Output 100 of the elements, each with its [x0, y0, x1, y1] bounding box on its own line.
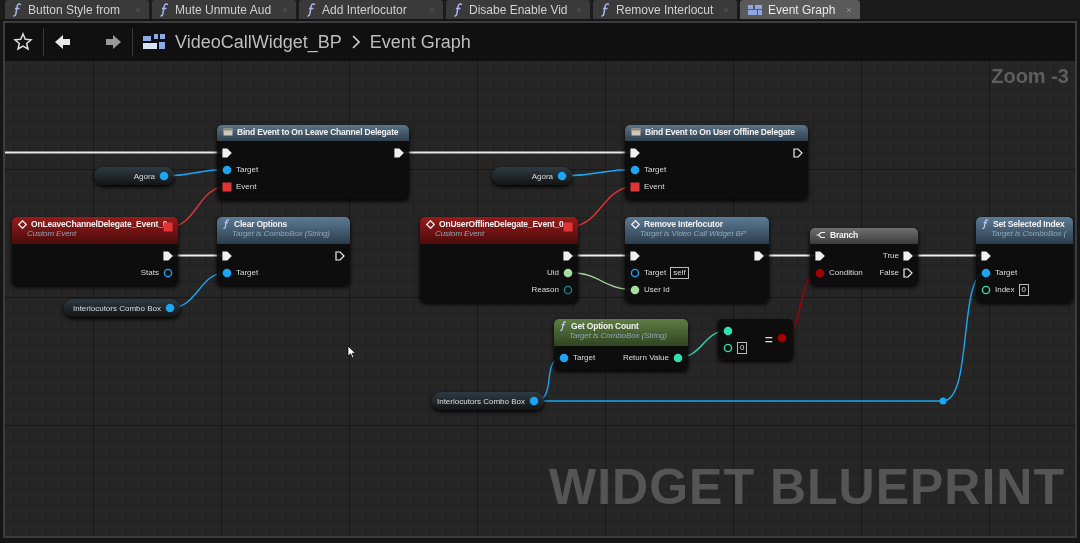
- editor-tab[interactable]: Button Style from: [5, 0, 149, 19]
- data-pin-icon[interactable]: [159, 171, 169, 181]
- function-icon: [454, 2, 463, 17]
- exec-pin-icon[interactable]: [815, 250, 825, 261]
- blueprint-node[interactable]: Set Selected Index Target is ComboBox ( Target Index 0: [976, 217, 1073, 302]
- data-pin-icon[interactable]: [222, 267, 232, 278]
- exec-pin-icon[interactable]: [394, 147, 404, 158]
- variable-node[interactable]: Interlocutors Combo Box: [64, 299, 180, 317]
- data-pin-icon[interactable]: [630, 164, 640, 175]
- pin-value-field[interactable]: 0: [1018, 283, 1030, 296]
- variable-node[interactable]: Agora: [492, 167, 572, 185]
- node-title: Get Option Count: [571, 321, 639, 331]
- pin-label: Target: [644, 165, 667, 174]
- node-title: Branch: [830, 230, 859, 240]
- data-pin-icon[interactable]: [222, 164, 232, 175]
- exec-pin-icon[interactable]: [630, 147, 640, 158]
- zoom-level: Zoom -3: [991, 65, 1069, 88]
- exec-pin-icon[interactable]: [903, 267, 913, 278]
- data-pin-icon[interactable]: [529, 396, 539, 406]
- pin-value-field[interactable]: 0: [737, 341, 748, 354]
- exec-pin-icon[interactable]: [222, 147, 232, 158]
- chevron-icon: [351, 35, 360, 49]
- pin-label: Target: [995, 268, 1018, 277]
- delegate-pin-icon[interactable]: [630, 181, 640, 192]
- function-icon: [307, 2, 316, 17]
- pin-label: Condition: [829, 268, 863, 277]
- branch-icon: [816, 231, 826, 239]
- graph-icon: [748, 4, 762, 15]
- blueprint-node[interactable]: Get Option Count Target is ComboBox (String) Target Return Value: [554, 319, 688, 370]
- variable-name: Interlocutors Combo Box: [436, 396, 525, 406]
- mouse-pointer-icon: [347, 345, 357, 359]
- pin-label: True: [882, 251, 899, 260]
- editor-tab[interactable]: Add Interlocutor: [299, 0, 443, 19]
- graph-canvas[interactable]: [5, 61, 1075, 536]
- blueprint-node[interactable]: Branch True Condition False: [810, 228, 918, 285]
- blueprint-node[interactable]: Bind Event to On Leave Channel Delegate Target Event: [217, 125, 409, 199]
- pin-label: Uid: [547, 268, 559, 277]
- node-subtitle: Custom Event: [27, 229, 78, 238]
- blueprint-node[interactable]: OnLeaveChannelDelegate_Event_0 Custom Event Stats: [12, 217, 178, 285]
- back-arrow-icon[interactable]: [54, 33, 72, 51]
- pin-label: Target: [236, 268, 259, 277]
- variable-name: Interlocutors Combo Box: [72, 303, 161, 313]
- node-title: Bind Event to On User Offline Delegate: [645, 127, 795, 137]
- graph-name[interactable]: Event Graph: [369, 31, 471, 53]
- blueprint-node[interactable]: Clear Options Target is ComboBox (String) Target: [217, 217, 350, 285]
- data-pin-icon[interactable]: [630, 267, 640, 278]
- exec-pin-icon[interactable]: [335, 250, 345, 261]
- star-icon[interactable]: [13, 32, 33, 52]
- data-pin-icon[interactable]: [165, 303, 175, 313]
- editor-tab[interactable]: Disabe Enable Vid: [446, 0, 590, 19]
- pin-label: Return Value: [622, 353, 669, 362]
- exec-pin-icon[interactable]: [981, 250, 991, 261]
- diamond-icon: [426, 219, 435, 229]
- exec-pin-icon[interactable]: [793, 147, 803, 158]
- pin-label: False: [879, 268, 899, 277]
- data-pin-icon[interactable]: [559, 352, 569, 363]
- pin-label: Event: [236, 182, 257, 191]
- blueprint-node[interactable]: Bind Event to On User Offline Delegate Target Event: [625, 125, 808, 199]
- event-icon: [223, 128, 233, 136]
- blueprint-node[interactable]: Remove Interlocutor Target is Video Call Widget BP Target self User Id: [625, 217, 769, 302]
- data-pin-icon[interactable]: [557, 171, 567, 181]
- pin-label: Stats: [140, 268, 159, 277]
- exec-pin-icon[interactable]: [222, 250, 232, 261]
- exec-pin-icon[interactable]: [163, 250, 173, 261]
- editor-tab[interactable]: Mute Unmute Aud: [152, 0, 296, 19]
- exec-pin-icon[interactable]: [903, 250, 913, 261]
- node-subtitle: Target is ComboBox (String): [232, 229, 331, 238]
- compare-node[interactable]: 0 =: [718, 319, 793, 360]
- blueprint-name[interactable]: VideoCallWidget_BP: [175, 31, 342, 53]
- forward-arrow-icon[interactable]: [104, 33, 122, 51]
- exec-pin-icon[interactable]: [754, 250, 764, 261]
- exec-pin-icon[interactable]: [563, 250, 573, 261]
- function-icon: [560, 321, 567, 331]
- node-title: OnUserOfflineDelegate_Event_0: [439, 219, 564, 229]
- delegate-pin-icon[interactable]: [222, 181, 232, 192]
- editor-tab[interactable]: Remove Interlocut: [593, 0, 737, 19]
- blueprint-node[interactable]: OnUserOfflineDelegate_Event_0 Custom Event Uid Reason: [420, 217, 578, 302]
- pin-label: Event: [644, 182, 665, 191]
- pin-label: Index: [995, 285, 1015, 294]
- node-title: Remove Interlocutor: [644, 219, 723, 229]
- node-title: Bind Event to On Leave Channel Delegate: [237, 127, 399, 137]
- variable-name: Agora: [531, 171, 553, 181]
- node-subtitle: Target is ComboBox (String): [569, 331, 668, 340]
- variable-name: Agora: [133, 171, 155, 181]
- variable-node[interactable]: Interlocutors Combo Box: [432, 392, 544, 410]
- operator-symbol: =: [764, 331, 773, 348]
- data-pin-icon[interactable]: [981, 267, 991, 278]
- pin-label: User Id: [644, 285, 670, 294]
- exec-pin-icon[interactable]: [630, 250, 640, 261]
- editor-tab[interactable]: Event Graph: [740, 0, 860, 19]
- node-subtitle: Target is ComboBox (: [991, 229, 1067, 238]
- graph-caption: WIDGET BLUEPRINT: [549, 458, 1065, 516]
- function-icon: [982, 219, 989, 229]
- variable-node[interactable]: Agora: [94, 167, 174, 185]
- function-icon: [13, 2, 22, 17]
- node-subtitle: Target is Video Call Widget BP: [640, 229, 747, 238]
- pin-label: Target: [573, 353, 596, 362]
- pin-value-field[interactable]: self: [670, 266, 689, 279]
- data-pin-icon[interactable]: [163, 267, 173, 278]
- function-icon: [601, 2, 610, 17]
